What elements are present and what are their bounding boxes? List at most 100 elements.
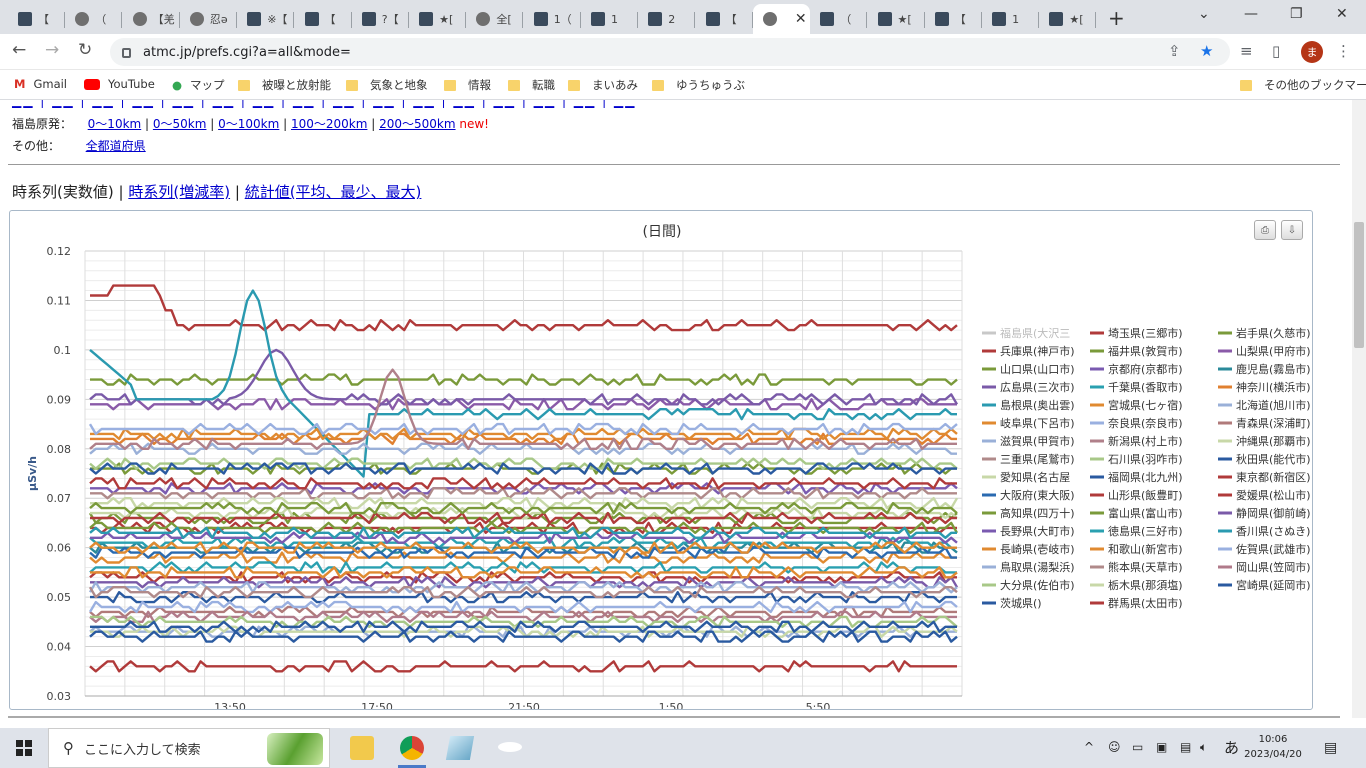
bookmark-3[interactable]: 被曝と放射能 [238, 77, 331, 93]
link-0-10km[interactable]: 0～10km [88, 117, 142, 131]
mode-switch: 時系列(実数値) | 時系列(増減率) | 統計値(平均、最少、最大) [12, 183, 422, 201]
bookmark-6[interactable]: 転職 [508, 77, 555, 93]
x-tick-label: 1:50 [659, 701, 684, 709]
tab-14[interactable]: （ [810, 4, 868, 34]
plane-icon[interactable] [498, 742, 522, 752]
site-icon [705, 12, 720, 26]
tray-chevron-icon[interactable]: ^ [1084, 740, 1094, 754]
bookmark-0[interactable]: M Gmail [14, 77, 67, 91]
page-scrollbar-thumb[interactable] [1354, 222, 1364, 348]
windows-start-icon[interactable] [16, 740, 32, 756]
bookmark-2[interactable]: ● マップ [172, 77, 225, 93]
link-0-50km[interactable]: 0～50km [153, 117, 207, 131]
tab-18[interactable]: ★[ [1039, 4, 1097, 34]
bookmark-7[interactable]: まいあみ [568, 77, 638, 93]
tab-title: ?【 [381, 13, 399, 26]
legend-entry: 香川県(さぬき) [1236, 525, 1310, 538]
file-explorer-icon[interactable] [350, 736, 374, 760]
folder-icon [444, 79, 456, 91]
menu-icon[interactable]: ⋮ [1336, 42, 1351, 60]
folder-icon [238, 79, 250, 91]
site-icon [419, 12, 434, 26]
monitor-icon[interactable]: ▣ [1156, 740, 1167, 754]
battery-icon[interactable]: ▭ [1132, 740, 1143, 754]
globe-icon [132, 12, 147, 26]
people-icon[interactable]: ☺ [1108, 740, 1121, 754]
tab-4[interactable]: ※【 [237, 4, 295, 34]
tab-8[interactable]: 全[ [466, 4, 524, 34]
link-100-200km[interactable]: 100～200km [291, 117, 367, 131]
bookmark-5[interactable]: 情報 [444, 77, 491, 93]
volume-icon[interactable]: 🔈︎ [1200, 740, 1207, 755]
chart-svg: 0.12 0.11 0.1 0.09 0.08 0.07 0.06 0.05 0.04 0.03 μ… [26, 245, 1311, 709]
tab-0[interactable]: 【 [8, 4, 65, 34]
tab-title: 【 [38, 13, 49, 26]
tab-3[interactable]: 忍ǝ [180, 4, 237, 34]
globe-icon [762, 12, 777, 26]
minimize-icon[interactable]: — [1244, 6, 1258, 22]
taskbar-search[interactable]: ⚲ ここに入力して検索 [48, 728, 330, 768]
search-icon: ⚲ [63, 739, 74, 757]
globe-icon [189, 12, 204, 26]
link-0-100km[interactable]: 0～100km [218, 117, 279, 131]
notification-icon[interactable]: ▤ [1324, 740, 1337, 756]
reload-icon[interactable]: ↻ [78, 40, 92, 60]
close-tab-icon[interactable]: ✕ [795, 11, 807, 27]
restore-icon[interactable]: ❐ [1290, 6, 1303, 22]
lock-icon[interactable] [122, 48, 131, 58]
tab-10[interactable]: 1 [581, 4, 638, 34]
bookmark-star-icon[interactable]: ★ [1200, 42, 1213, 60]
link-200-500km[interactable]: 200～500km [379, 117, 455, 131]
mode-rate-link[interactable]: 時系列(増減率) [128, 183, 230, 201]
bookmark-4[interactable]: 気象と地象 [346, 77, 428, 93]
bookmark-1[interactable]: YouTube [84, 77, 155, 91]
site-icon [247, 12, 262, 26]
legend-entry: 宮城県(七ヶ宿) [1108, 398, 1183, 412]
mode-stats-link[interactable]: 統計値(平均、最少、最大) [245, 183, 422, 201]
forward-icon[interactable]: → [45, 40, 59, 60]
all-prefectures-link[interactable]: 全都道府県 [86, 139, 146, 153]
page-scrollbar[interactable] [1352, 100, 1366, 718]
tab-6[interactable]: ?【 [352, 4, 409, 34]
tab-2[interactable]: 【羌 [123, 4, 180, 34]
tab-7[interactable]: ★[ [409, 4, 467, 34]
reading-list-icon[interactable]: ≡ [1240, 42, 1253, 60]
globe-icon [476, 12, 491, 26]
chrome-icon[interactable] [400, 736, 424, 760]
other-bookmarks[interactable]: その他のブックマーク [1240, 77, 1366, 93]
y-tick-label: 0.07 [47, 492, 72, 505]
new-tab-button[interactable]: + [1108, 6, 1125, 30]
legend-entry: 宮崎県(延岡市) [1236, 578, 1311, 592]
tab-16[interactable]: 【 [925, 4, 982, 34]
share-icon[interactable]: ⇪ [1168, 42, 1181, 60]
url-text[interactable]: atmc.jp/prefs.cgi?a=all&mode= [143, 45, 351, 60]
tab-5[interactable]: 【 [295, 4, 352, 34]
tab-9[interactable]: 1（ [524, 4, 581, 34]
tab-12[interactable]: 【 [696, 4, 753, 34]
profile-avatar[interactable]: ま [1301, 41, 1323, 63]
legend-entry: 沖縄県(那覇市) [1236, 434, 1311, 448]
close-window-icon[interactable]: ✕ [1336, 6, 1348, 22]
tab-15[interactable]: ★[ [868, 4, 925, 34]
app-icon[interactable] [445, 736, 475, 760]
tab-17[interactable]: 1 [982, 4, 1040, 34]
y-tick-label: 0.09 [47, 393, 72, 406]
legend-entry: 佐賀県(武雄市) [1236, 542, 1311, 556]
network-icon[interactable]: ▤ [1180, 740, 1191, 754]
tab-title: 1 [611, 12, 618, 26]
bookmark-8[interactable]: ゆうちゅうぶ [652, 77, 745, 93]
tab-search-icon[interactable]: ⌄ [1198, 6, 1210, 22]
y-tick-label: 0.1 [54, 344, 72, 357]
address-bar[interactable]: atmc.jp/prefs.cgi?a=all&mode= [110, 38, 1230, 66]
folder-icon [652, 79, 664, 91]
taskbar: ⚲ ここに入力して検索 ^ ☺ ▭ ▣ ▤ 🔈︎ あ 10:06 2023/04… [0, 728, 1366, 768]
ime-indicator[interactable]: あ [1224, 737, 1239, 758]
clock[interactable]: 10:06 2023/04/20 [1244, 732, 1302, 762]
side-panel-icon[interactable]: ▯ [1272, 42, 1280, 60]
tab-11[interactable]: 2 [638, 4, 696, 34]
legend-entry: 北海道(旭川市) [1236, 398, 1311, 412]
tab-1[interactable]: （ [65, 4, 123, 34]
tab-13[interactable]: ✕ [752, 4, 810, 34]
bottom-divider [8, 716, 1340, 718]
back-icon[interactable]: ← [12, 40, 26, 60]
